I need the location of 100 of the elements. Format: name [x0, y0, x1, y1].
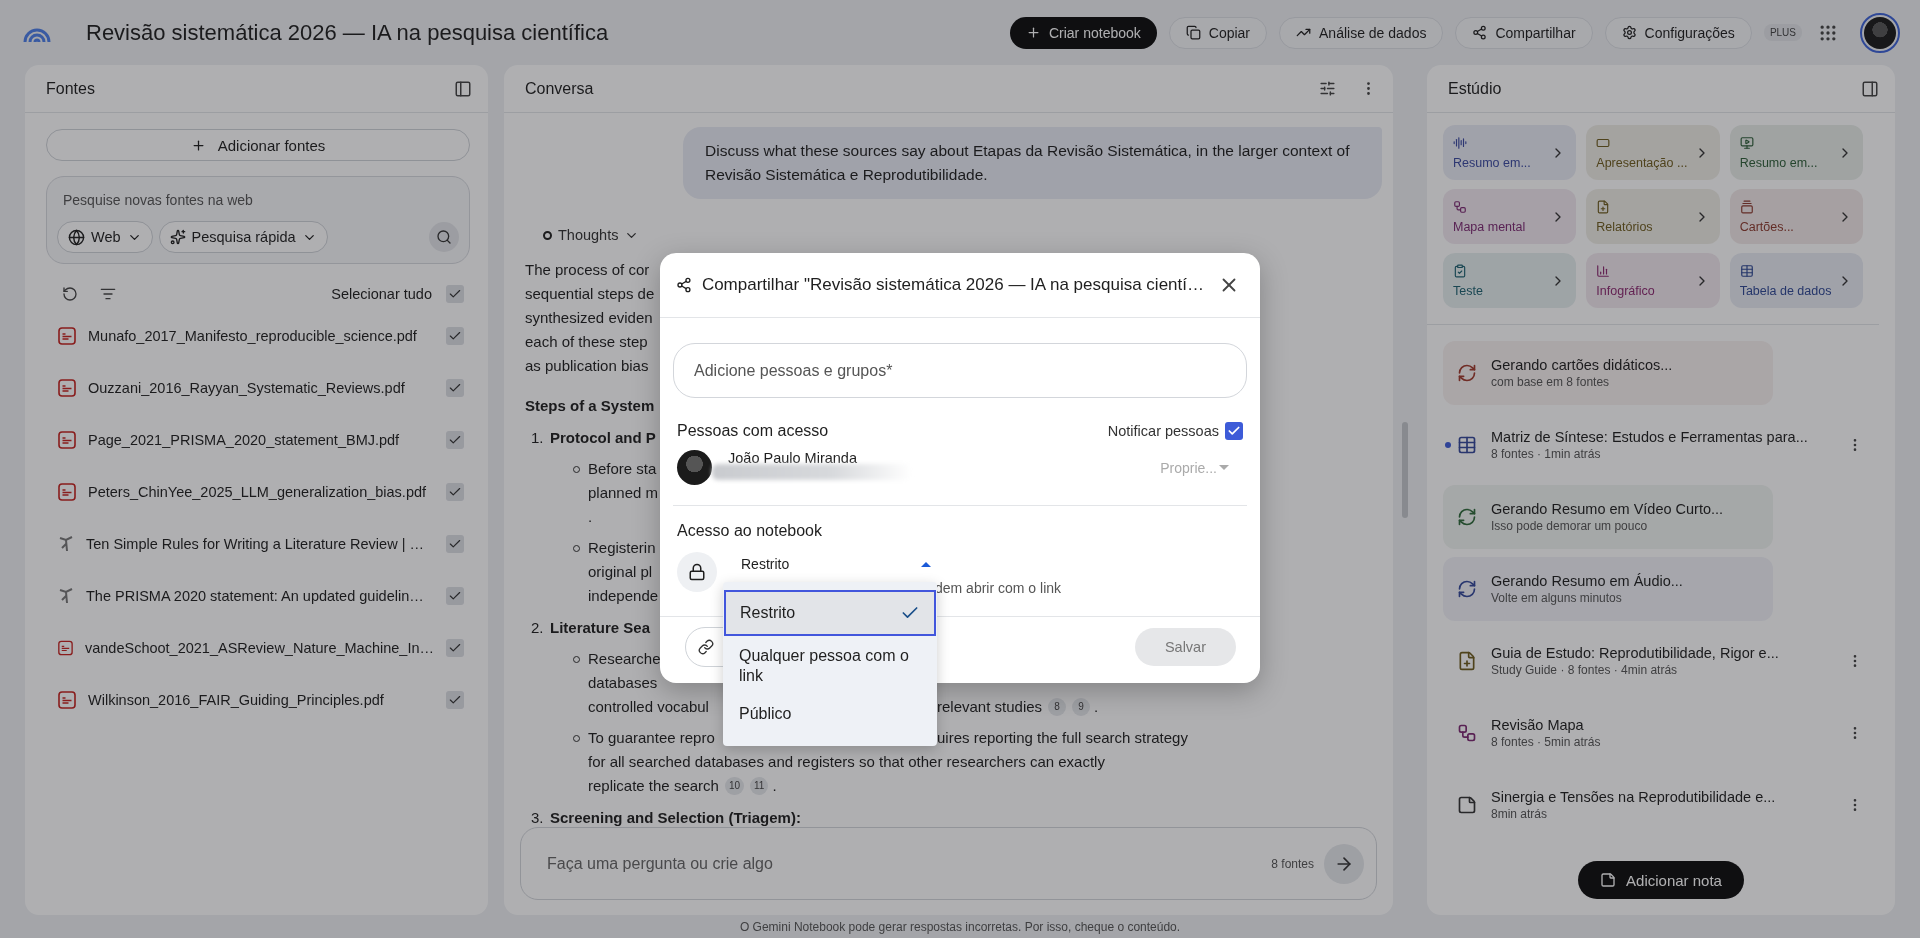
- sliders-icon[interactable]: [1319, 80, 1336, 97]
- add-sources-button[interactable]: Adicionar fontes: [46, 129, 470, 161]
- undo-icon[interactable]: [62, 286, 78, 302]
- item-title[interactable]: Guia de Estudo: Reprodutibilidade, Rigor e...: [1491, 645, 1829, 661]
- source-name[interactable]: vandeSchoot_2021_ASReview_Nature_Machine_In…: [84, 640, 434, 656]
- sort-icon[interactable]: [100, 286, 116, 302]
- tile-label: Cartões...: [1739, 219, 1794, 234]
- panel-toggle-icon[interactable]: [1861, 79, 1879, 98]
- plus-icon: [1025, 25, 1041, 40]
- select-all-checkbox[interactable]: [446, 285, 464, 303]
- section-heading: Pessoas com acesso: [677, 422, 829, 440]
- source-name[interactable]: Munafo_2017_Manifesto_reproducible_science.pdf: [88, 328, 434, 344]
- source-checkbox[interactable]: [446, 327, 464, 345]
- thoughts-toggle[interactable]: Thoughts: [539, 223, 644, 247]
- response-text: Researche: [588, 649, 661, 669]
- chat-input-field[interactable]: Faça uma pergunta ou crie algo: [545, 853, 1262, 874]
- header-button[interactable]: Copiar: [1168, 16, 1268, 49]
- source-name[interactable]: Ten Simple Rules for Writing a Literature Review | …: [86, 536, 434, 552]
- access-dropdown[interactable]: Restrito: [741, 552, 931, 576]
- search-mode-dropdown[interactable]: Pesquisa rápida: [158, 221, 328, 253]
- section-heading: Acesso ao notebook: [677, 522, 822, 539]
- source-name[interactable]: Wilkinson_2016_FAIR_Guiding_Principles.pdf: [88, 692, 434, 708]
- website-favicon-icon: [58, 535, 74, 553]
- item-title[interactable]: Revisão Mapa: [1491, 717, 1829, 733]
- lock-icon: [688, 563, 706, 581]
- source-checkbox[interactable]: [446, 535, 464, 553]
- disclaimer-text: O Gemini Notebook pode gerar respostas incorretas. Por isso, cheque o conteúdo.: [739, 919, 1181, 934]
- source-checkbox[interactable]: [446, 483, 464, 501]
- citation-chip[interactable]: 10: [724, 777, 745, 795]
- add-people-field[interactable]: Adicione pessoas e grupos*: [673, 343, 1247, 398]
- source-name[interactable]: The PRISMA 2020 statement: An updated guidelin…: [86, 588, 434, 604]
- citation-chip[interactable]: 11: [750, 777, 769, 795]
- list-number: 1.: [531, 428, 545, 448]
- search-icon: [436, 229, 452, 245]
- response-text: Literature Sea: [550, 618, 651, 638]
- source-checkbox[interactable]: [446, 431, 464, 449]
- refresh-icon: [1457, 363, 1477, 383]
- citation-chip[interactable]: 8: [1048, 698, 1067, 716]
- pdf-file-icon: [58, 639, 73, 657]
- response-text: sequential steps de: [525, 284, 655, 304]
- source-checkbox[interactable]: [446, 379, 464, 397]
- notify-checkbox[interactable]: [1225, 422, 1243, 440]
- response-text: .: [588, 507, 593, 527]
- add-note-button[interactable]: Adicionar nota: [1578, 861, 1744, 899]
- response-text: each of these step: [525, 332, 648, 352]
- source-checkbox[interactable]: [446, 587, 464, 605]
- note-icon: [1600, 872, 1617, 888]
- source-name[interactable]: Peters_ChinYee_2025_LLM_generalization_bias.pdf: [88, 484, 434, 500]
- send-button[interactable]: [1324, 843, 1364, 884]
- check-icon: [448, 287, 462, 301]
- header-button[interactable]: Criar notebook: [1009, 16, 1157, 49]
- item-title[interactable]: Sinergia e Tensões na Reprodutibilidade e...: [1491, 789, 1829, 805]
- table-icon: [1457, 435, 1477, 455]
- panel-title: Fontes: [46, 79, 95, 98]
- menu-option[interactable]: Público: [723, 694, 937, 734]
- pdf-file-icon: [58, 379, 76, 397]
- list-number: 2.: [531, 618, 545, 638]
- tile-label: Relatórios: [1596, 219, 1653, 234]
- header-button[interactable]: Análise de dados: [1279, 16, 1444, 49]
- scrollbar-thumb[interactable]: [1402, 422, 1408, 518]
- document-plus-icon: [1596, 199, 1611, 214]
- scope-dropdown[interactable]: Web: [57, 221, 153, 253]
- pdf-file-icon: [58, 431, 76, 449]
- response-text: To guarantee repro: [588, 728, 715, 748]
- user-message: Discuss what these sources say about Etapas da Revisão Sistemática, in the larger context of Revisão Sistemática e Reprodutibilidade.: [683, 127, 1382, 199]
- web-search-field[interactable]: Pesquise novas fontes na web: [57, 192, 459, 208]
- response-text: Screening and Selection (Triagem):: [550, 808, 801, 828]
- header-button[interactable]: Compartilhar: [1455, 16, 1593, 49]
- search-button[interactable]: [429, 222, 459, 252]
- check-icon: [448, 537, 462, 551]
- bar-chart-icon: [1596, 263, 1611, 278]
- citation-chip[interactable]: 9: [1072, 698, 1091, 716]
- dialog-title: Compartilhar "Revisão sistemática 2026 — IA na pesquisa cientí…: [701, 275, 1204, 295]
- item-title[interactable]: Matriz de Síntese: Estudos e Ferramentas para...: [1491, 429, 1829, 445]
- save-button[interactable]: Salvar: [1134, 628, 1236, 666]
- item-subtitle: 8 fontes · 1min atrás: [1491, 447, 1602, 461]
- source-name[interactable]: Page_2021_PRISMA_2020_statement_BMJ.pdf: [88, 432, 434, 448]
- item-title: Gerando Resumo em Áudio...: [1491, 573, 1684, 589]
- response-text: uires reporting the full search strategy: [937, 728, 1188, 748]
- refresh-icon: [1457, 507, 1477, 527]
- menu-option[interactable]: Restrito: [724, 590, 936, 636]
- globe-icon: [68, 228, 85, 246]
- settings-icon: [1621, 25, 1637, 40]
- item-subtitle: Isso pode demorar um pouco: [1491, 519, 1649, 533]
- table-icon: [1739, 263, 1754, 278]
- sparkle-icon: [169, 229, 186, 245]
- source-checkbox[interactable]: [446, 639, 464, 657]
- notebook-title: Revisão sistemática 2026 — IA na pesquisa científica: [86, 19, 610, 46]
- item-title: Gerando cartões didáticos...: [1491, 357, 1674, 373]
- tile-label: Resumo em...: [1453, 155, 1531, 170]
- source-name[interactable]: Ouzzani_2016_Rayyan_Systematic_Reviews.pdf: [88, 380, 434, 396]
- plan-badge: PLUS: [1763, 24, 1802, 41]
- source-checkbox[interactable]: [446, 691, 464, 709]
- header-button[interactable]: Configurações: [1604, 16, 1752, 49]
- response-text: controlled vocabul: [588, 697, 709, 717]
- punctuation: .: [1094, 697, 1099, 717]
- panel-toggle-icon[interactable]: [454, 79, 472, 98]
- menu-option[interactable]: Qualquer pessoa com o link: [723, 638, 937, 694]
- account-avatar[interactable]: [1860, 12, 1900, 53]
- document-plus-icon: [1457, 651, 1477, 671]
